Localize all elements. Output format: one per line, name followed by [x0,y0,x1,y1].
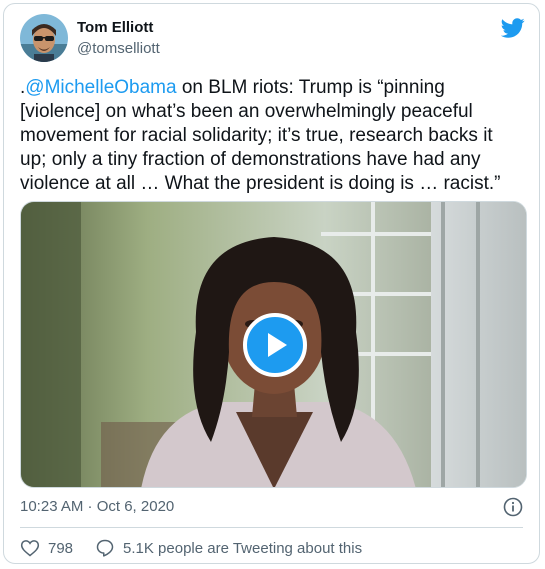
author-name[interactable]: Tom Elliott [77,19,153,36]
info-icon[interactable] [503,497,523,517]
like-count: 798 [48,539,74,557]
tweet-text: .@MichelleObama on BLM riots: Trump is “… [20,76,520,196]
divider [20,527,523,528]
play-icon [268,333,287,357]
heart-icon [20,540,40,557]
author-handle[interactable]: @tomselliott [77,40,160,57]
like-button[interactable]: 798 [20,538,95,558]
avatar[interactable] [20,14,68,62]
tweet-timestamp[interactable]: 10:23 AM · Oct 6, 2020 [20,498,174,515]
play-button[interactable] [243,313,307,377]
video-thumbnail[interactable] [20,201,527,488]
tweet-card: Tom Elliott @tomselliott .@MichelleObama… [3,3,540,564]
comment-icon [96,539,114,557]
mention-link[interactable]: @MichelleObama [25,77,176,98]
action-bar: 798 5.1K people are Tweeting about this [20,537,362,559]
twitter-bird-icon[interactable] [500,16,525,40]
conversation-link[interactable]: 5.1K people are Tweeting about this [95,538,362,558]
conversation-label: 5.1K people are Tweeting about this [123,539,363,557]
